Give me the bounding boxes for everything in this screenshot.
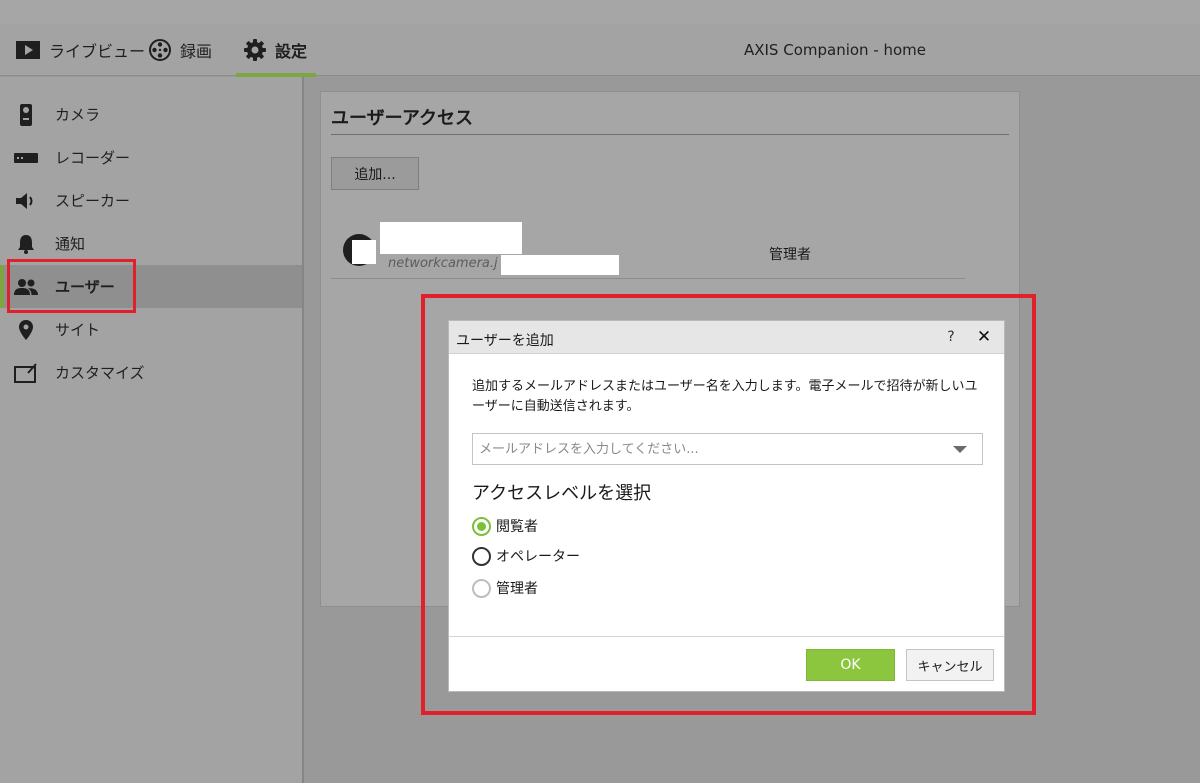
close-button[interactable]: ✕ bbox=[974, 324, 994, 350]
location-pin-icon bbox=[13, 319, 39, 340]
users-highlight-box bbox=[7, 259, 136, 313]
camera-icon bbox=[13, 103, 39, 126]
redaction-block bbox=[352, 240, 376, 264]
dialog-title: ユーザーを追加 bbox=[456, 333, 554, 349]
sidebar-item-label: 通知 bbox=[55, 235, 86, 253]
play-icon bbox=[16, 41, 40, 59]
speaker-icon bbox=[13, 192, 39, 210]
top-navigation-bar: ライブビュー 録画 設定 AXIS Companion - home bbox=[0, 24, 1200, 77]
sidebar-item-customize[interactable]: カスタマイズ bbox=[0, 351, 302, 394]
dialog-footer: OK キャンセル bbox=[449, 636, 1004, 691]
app-title: AXIS Companion - home bbox=[743, 41, 927, 59]
sidebar-item-label: カメラ bbox=[55, 106, 101, 124]
radio-unselected-icon[interactable] bbox=[472, 578, 491, 598]
ok-button[interactable]: OK bbox=[806, 649, 895, 681]
email-input[interactable] bbox=[472, 433, 983, 465]
user-email: networkcamera.j bbox=[388, 256, 498, 271]
add-user-dialog: ユーザーを追加 ? ✕ 追加するメールアドレスまたはユーザー名を入力します。電子… bbox=[448, 320, 1005, 692]
tab-live-view[interactable]: ライブビュー bbox=[16, 24, 145, 76]
panel-title: ユーザーアクセス bbox=[331, 108, 474, 129]
tab-settings[interactable]: 設定 bbox=[235, 24, 317, 77]
radio-label: オペレーター bbox=[496, 549, 580, 565]
add-user-button[interactable]: 追加... bbox=[331, 157, 419, 190]
user-role: 管理者 bbox=[769, 247, 811, 263]
sidebar-item-recorder[interactable]: レコーダー bbox=[0, 136, 302, 179]
access-level-heading: アクセスレベルを選択 bbox=[472, 483, 652, 504]
bell-icon bbox=[13, 234, 39, 254]
cancel-button[interactable]: キャンセル bbox=[906, 649, 994, 681]
help-button[interactable]: ? bbox=[941, 324, 961, 350]
film-reel-icon bbox=[149, 39, 171, 61]
dialog-description: 追加するメールアドレスまたはユーザー名を入力します。電子メールで招待が新しいユー… bbox=[472, 379, 978, 414]
radio-viewer[interactable]: 閲覧者 bbox=[472, 514, 538, 538]
tab-recordings[interactable]: 録画 bbox=[149, 24, 212, 76]
sidebar-item-label: サイト bbox=[55, 321, 101, 339]
sidebar-item-camera[interactable]: カメラ bbox=[0, 93, 302, 136]
redaction-block bbox=[501, 255, 619, 275]
radio-label: 管理者 bbox=[496, 581, 538, 597]
radio-label: 閲覧者 bbox=[496, 519, 538, 535]
radio-administrator[interactable]: 管理者 bbox=[472, 576, 538, 600]
tab-label: 設定 bbox=[275, 42, 308, 61]
tab-label: 録画 bbox=[180, 42, 213, 61]
sidebar-item-label: レコーダー bbox=[55, 149, 131, 167]
tab-label: ライブビュー bbox=[49, 42, 146, 61]
panel-divider bbox=[331, 134, 1009, 135]
recorder-icon bbox=[13, 152, 39, 163]
radio-selected-icon[interactable] bbox=[472, 516, 491, 536]
chevron-down-icon[interactable] bbox=[953, 446, 967, 453]
radio-unselected-icon[interactable] bbox=[472, 546, 491, 566]
customize-icon bbox=[13, 362, 39, 383]
user-row[interactable]: networkcamera.j 管理者 bbox=[331, 222, 965, 279]
settings-sidebar: カメラ レコーダー スピーカー 通知 ユーザー サイト カスタマイズ bbox=[0, 77, 304, 783]
sidebar-item-sites[interactable]: サイト bbox=[0, 308, 302, 351]
redaction-block bbox=[380, 222, 522, 254]
sidebar-item-label: スピーカー bbox=[55, 192, 131, 210]
window-top-strip bbox=[0, 0, 1200, 24]
gear-icon bbox=[244, 39, 266, 61]
dialog-titlebar: ユーザーを追加 ? ✕ bbox=[449, 321, 1004, 354]
radio-operator[interactable]: オペレーター bbox=[472, 544, 580, 568]
sidebar-item-speaker[interactable]: スピーカー bbox=[0, 179, 302, 222]
sidebar-item-label: カスタマイズ bbox=[55, 364, 145, 382]
